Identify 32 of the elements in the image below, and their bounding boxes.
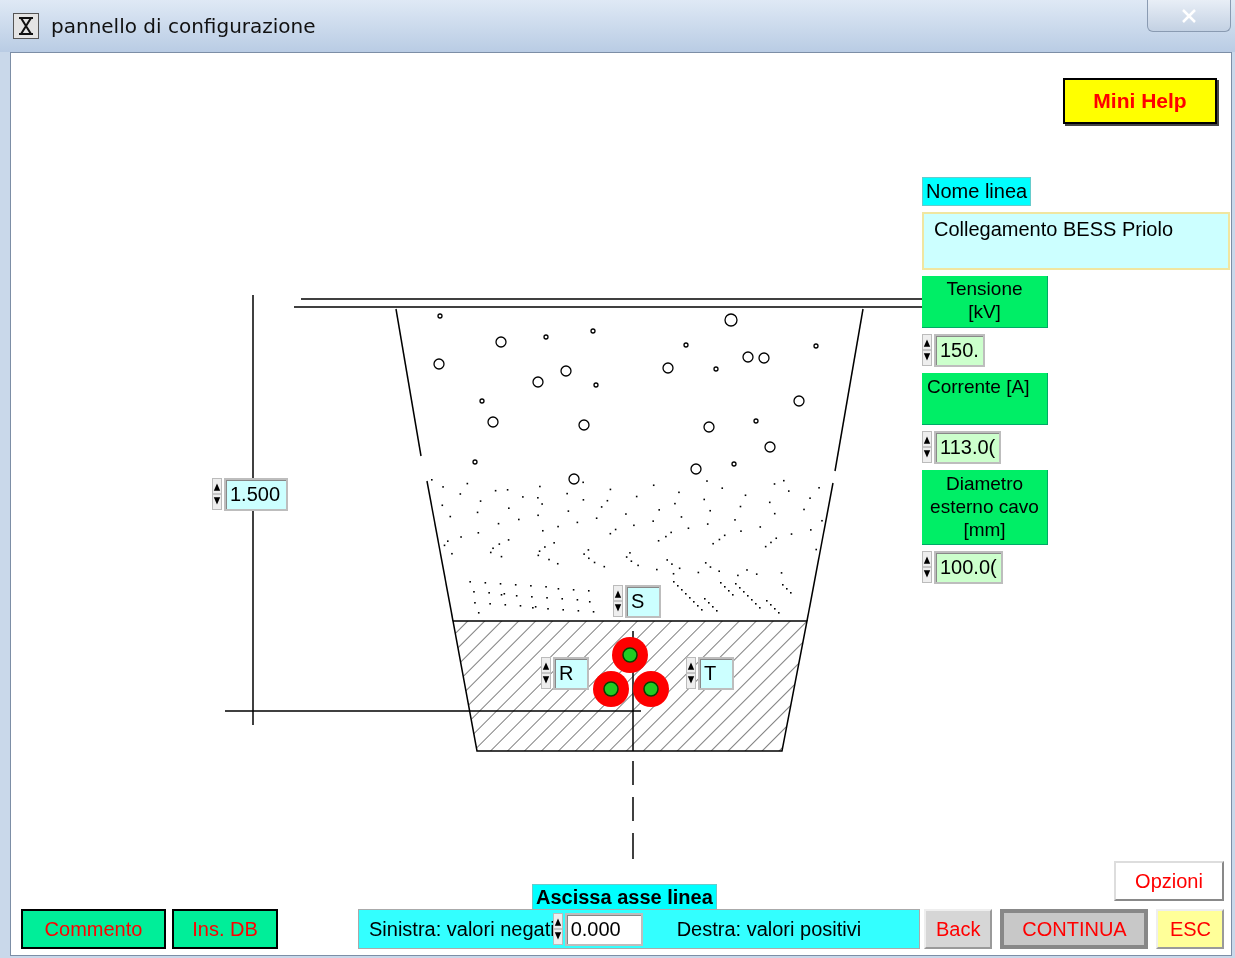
field-label: Diametro esterno cavo [mm] xyxy=(922,470,1048,546)
spin-icon[interactable] xyxy=(613,585,623,617)
mini-help-button[interactable]: Mini Help xyxy=(1063,78,1217,124)
phase-spinbox[interactable]: T xyxy=(686,657,734,690)
spin-icon[interactable] xyxy=(552,912,563,945)
spin-icon[interactable] xyxy=(922,551,932,584)
input-field[interactable]: R xyxy=(553,657,589,690)
input-field[interactable]: 150. xyxy=(934,334,985,367)
phase-spinbox[interactable]: S xyxy=(613,585,661,618)
spin-icon[interactable] xyxy=(541,657,551,689)
app-icon xyxy=(13,13,39,39)
spin-icon[interactable] xyxy=(922,431,932,463)
close-button[interactable] xyxy=(1147,0,1231,32)
field-label: Nome linea xyxy=(922,177,1032,206)
hint-text: Sinistra: valori negati xyxy=(368,917,555,941)
options-button[interactable]: Opzioni xyxy=(1114,861,1224,901)
spin-icon[interactable] xyxy=(686,657,696,689)
hint-text: Destra: valori positivi xyxy=(675,917,862,941)
field-label: Tensione [kV] xyxy=(922,276,1048,328)
phase-spinbox[interactable]: R xyxy=(541,657,589,690)
input-field[interactable]: S xyxy=(625,585,661,618)
action-button[interactable]: ESC xyxy=(1156,909,1225,949)
input-field[interactable]: 1.500 xyxy=(224,478,288,511)
input-field[interactable]: T xyxy=(698,657,734,690)
text-field[interactable]: Collegamento BESS Priolo xyxy=(922,212,1230,270)
parameter-spinbox[interactable]: 150. xyxy=(922,334,985,367)
spin-icon[interactable] xyxy=(922,334,932,366)
window-title: pannello di configurazione xyxy=(51,14,316,38)
depth-spinbox[interactable]: 1.500 xyxy=(212,478,288,511)
axis-label: Ascissa asse linea xyxy=(532,884,717,911)
field-label: Corrente [A] xyxy=(922,373,1048,425)
spin-icon[interactable] xyxy=(212,478,222,510)
